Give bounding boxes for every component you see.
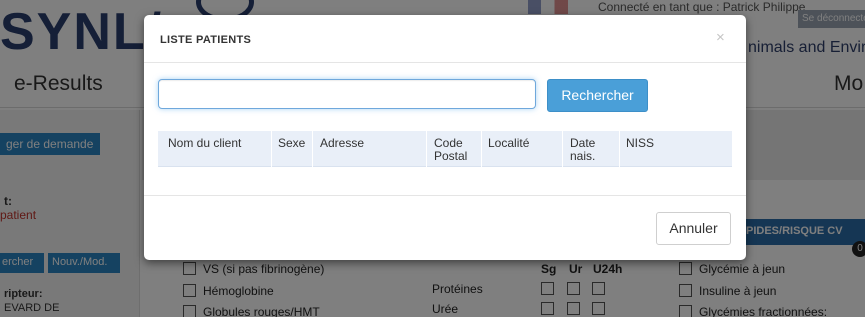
column-divider [481, 131, 482, 167]
column-divider [562, 131, 563, 167]
column-header-birthdate: Date nais. [570, 136, 596, 163]
column-divider [271, 131, 272, 167]
close-icon[interactable]: × [716, 29, 725, 46]
column-header-name: Nom du client [168, 136, 242, 150]
column-divider [426, 131, 427, 167]
column-divider [312, 131, 313, 167]
modal-title: LISTE PATIENTS [160, 34, 252, 46]
cancel-button[interactable]: Annuler [656, 212, 731, 245]
column-header-sex: Sexe [278, 136, 306, 150]
column-divider [619, 131, 620, 167]
patient-list-modal: LISTE PATIENTS × Rechercher Nom du clien… [144, 15, 746, 260]
column-header-city: Localité [488, 136, 530, 150]
patient-search-input[interactable] [158, 79, 536, 109]
column-header-postal-code: Code Postal [434, 136, 468, 163]
results-table-header: Nom du client Sexe Adresse Code Postal L… [158, 131, 732, 167]
search-button[interactable]: Rechercher [547, 79, 648, 112]
column-header-address: Adresse [320, 136, 365, 150]
column-header-niss: NISS [626, 136, 655, 150]
modal-header: LISTE PATIENTS × [144, 15, 746, 63]
